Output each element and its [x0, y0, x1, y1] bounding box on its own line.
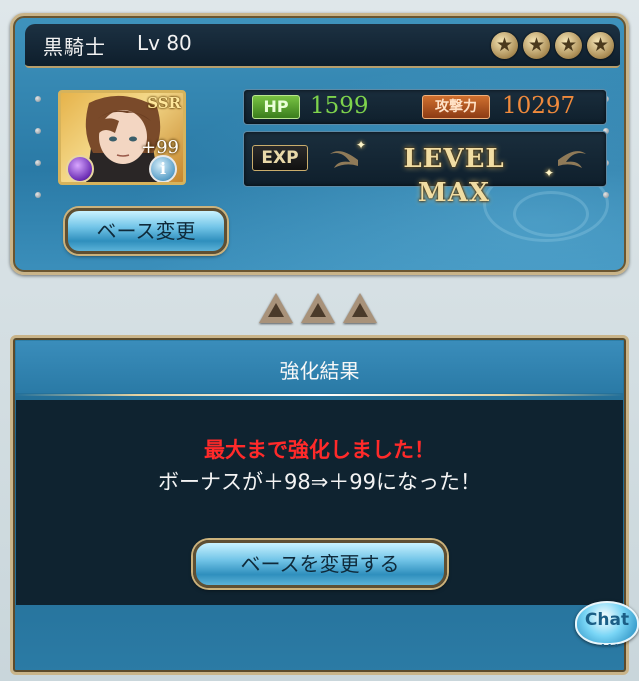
exp-label: EXP [252, 145, 308, 171]
result-panel: 強化結果 最大まで強化しました！ ボーナスが＋98⇒＋99になった！ ベースを変… [10, 335, 629, 675]
character-level: Lv 80 [137, 31, 192, 55]
rarity-star-icon: ★ [491, 32, 518, 59]
bonus-message: ボーナスが＋98⇒＋99になった！ [157, 470, 482, 494]
hp-value: 1599 [310, 93, 369, 119]
rivet-icon [35, 96, 41, 102]
triangle-inner-icon [268, 303, 284, 317]
attack-value: 10297 [502, 93, 576, 119]
triangle-inner-icon [310, 303, 326, 317]
change-base-button[interactable]: ベースを変更する [193, 540, 447, 588]
attack-label: 攻撃力 [422, 95, 490, 119]
character-header: 黒騎士 Lv 80 ★ ★ ★ ★ [25, 24, 620, 68]
rivet-icon [603, 192, 609, 198]
rivet-icon [35, 128, 41, 134]
character-name: 黒騎士 [43, 35, 106, 59]
rarity-star-icon: ★ [555, 32, 582, 59]
chat-label: Chat [584, 610, 630, 630]
dark-element-icon [66, 155, 94, 182]
chat-dots-icon: ••• [600, 642, 621, 652]
character-panel: 黒騎士 Lv 80 ★ ★ ★ ★ SSR +99 i HP 1599 攻撃力 … [10, 13, 629, 275]
level-max-label: LEVEL MAX [403, 144, 505, 208]
rivet-icon [35, 192, 41, 198]
sparkle-icon: ✦ [544, 166, 555, 180]
rarity-star-icon: ★ [587, 32, 614, 59]
character-portrait[interactable]: SSR +99 i [58, 90, 186, 185]
hp-label: HP [252, 95, 300, 119]
info-icon[interactable]: i [149, 155, 177, 182]
decorative-wave [513, 191, 589, 237]
rarity-badge: SSR [147, 94, 181, 112]
max-enhance-message: 最大まで強化しました！ [204, 438, 435, 462]
chat-button[interactable]: Chat ••• [575, 601, 639, 652]
result-title: 強化結果 [279, 359, 360, 383]
result-title-bar: 強化結果 [16, 341, 623, 393]
rarity-star-icon: ★ [523, 32, 550, 59]
triangle-inner-icon [352, 303, 368, 317]
title-divider [16, 394, 623, 396]
base-change-button[interactable]: ベース変更 [65, 208, 227, 254]
stats-row: HP 1599 攻撃力 10297 [243, 89, 607, 125]
exp-row: EXP ✦ ✦ LEVEL MAX [243, 131, 607, 208]
rivet-icon [35, 160, 41, 166]
